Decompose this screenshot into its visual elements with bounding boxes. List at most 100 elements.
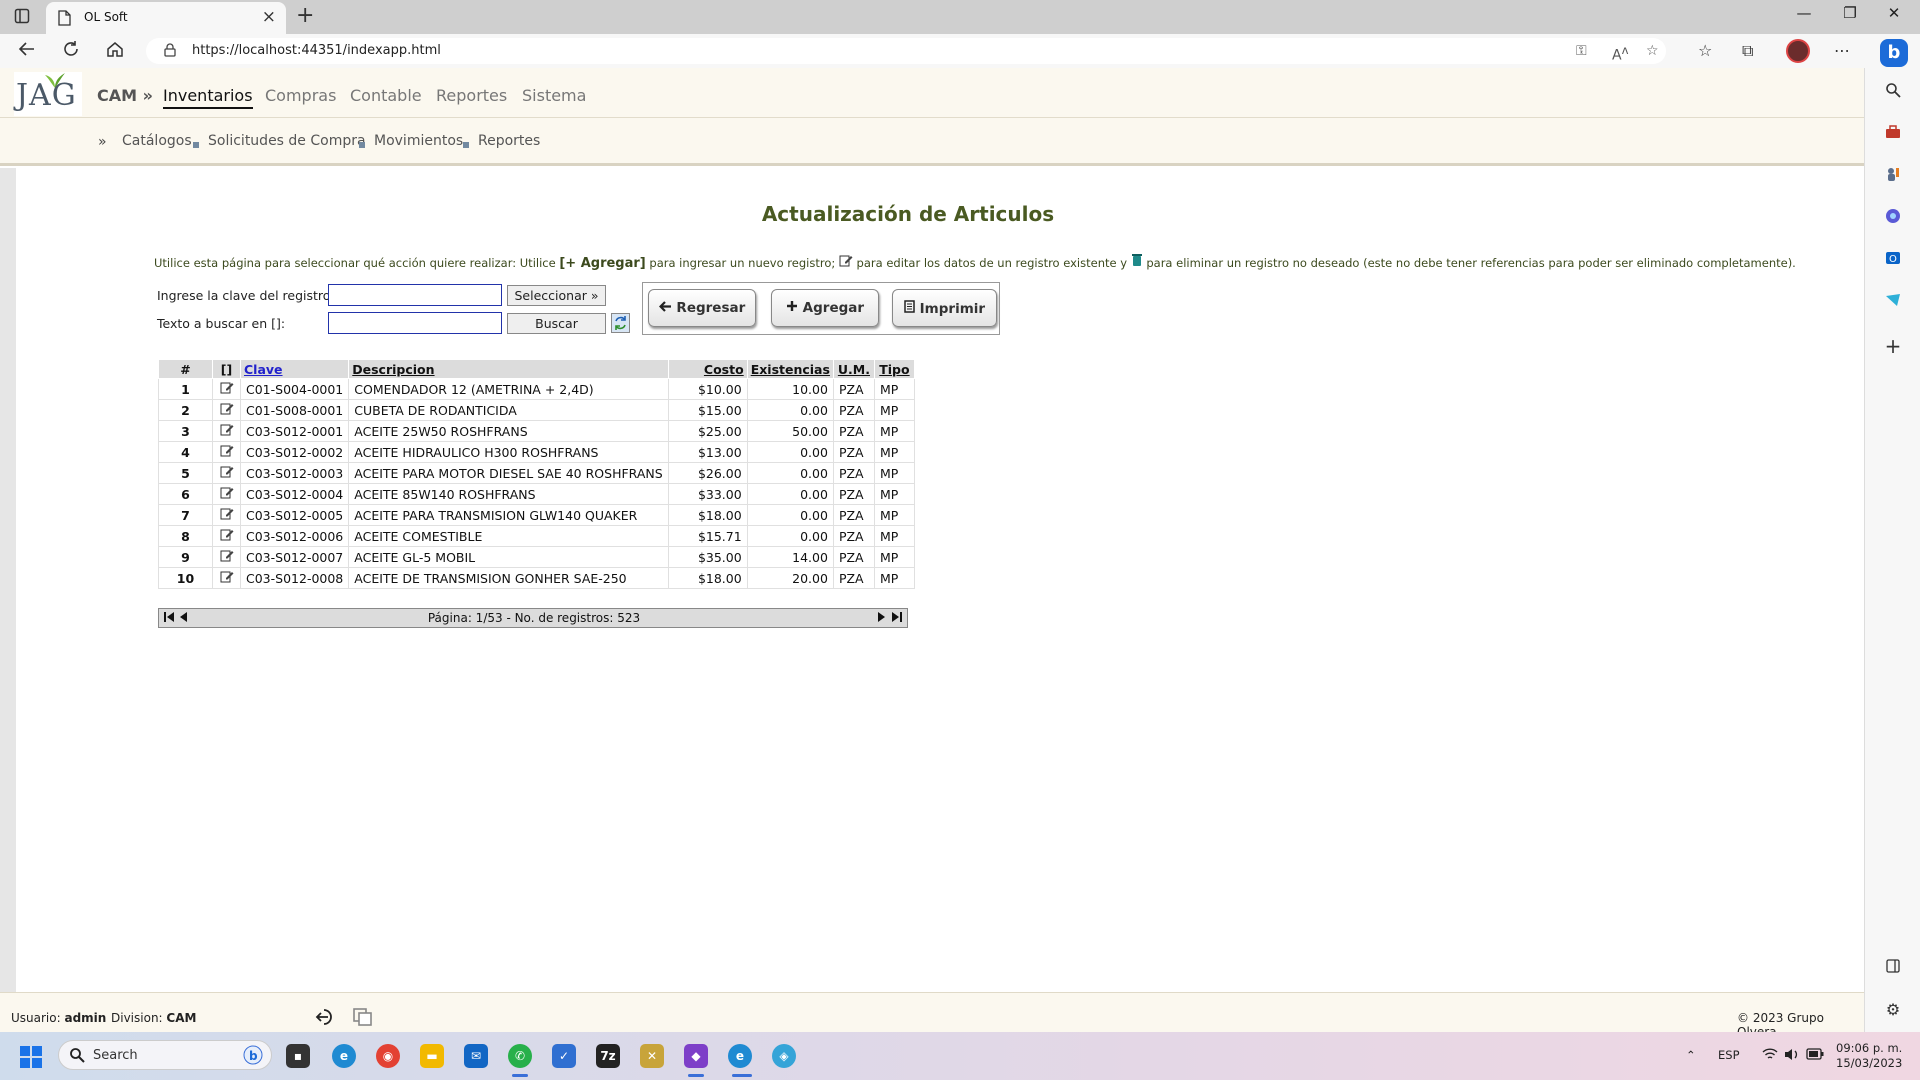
edit-row-icon[interactable]: [212, 525, 241, 547]
print-button[interactable]: Imprimir: [892, 289, 997, 327]
col-descripcion-sort[interactable]: Descripcion: [348, 359, 669, 379]
chrome-icon[interactable]: ◉: [376, 1044, 400, 1068]
next-page-icon[interactable]: [877, 610, 886, 628]
row-tipo: MP: [873, 546, 915, 568]
col-clave-sort[interactable]: Clave: [239, 359, 350, 379]
visual-studio-icon[interactable]: ◆: [684, 1044, 708, 1068]
favorite-add-icon[interactable]: ☆: [1646, 43, 1659, 59]
tools-icon[interactable]: ✕: [640, 1044, 664, 1068]
windows-start-icon[interactable]: [20, 1046, 42, 1072]
address-bar[interactable]: https://localhost:44351/indexapp.html ⚿ …: [146, 38, 1666, 64]
clave-input[interactable]: [328, 284, 502, 306]
add-button[interactable]: Agregar: [771, 289, 879, 327]
volume-icon[interactable]: [1784, 1048, 1800, 1064]
url-text[interactable]: https://localhost:44351/indexapp.html: [192, 43, 441, 58]
company-brand[interactable]: CAM »: [97, 86, 153, 105]
nav-sistema[interactable]: Sistema: [522, 86, 586, 105]
clave-label: Ingrese la clave del registro:: [157, 288, 335, 303]
edit-row-icon[interactable]: [212, 546, 241, 568]
col-costo-sort[interactable]: Costo: [667, 359, 748, 379]
table-row[interactable]: 1 C01-S004-0001 COMENDADOR 12 (AMETRINA + …: [158, 378, 915, 400]
buscar-button[interactable]: Buscar: [507, 313, 606, 334]
table-row[interactable]: 8 C03-S012-0006 ACEITE COMESTIBLE $15.71 0.0…: [158, 525, 915, 547]
battery-icon[interactable]: [1806, 1048, 1824, 1063]
collections-icon[interactable]: ⧉: [1742, 41, 1753, 61]
restore-icon[interactable]: ❐: [1828, 4, 1872, 22]
regresar-button[interactable]: Regresar: [648, 289, 756, 327]
7zip-icon[interactable]: 7z: [596, 1044, 620, 1068]
edit-row-icon[interactable]: [212, 378, 241, 400]
edit-row-icon[interactable]: [212, 504, 241, 526]
favorites-icon[interactable]: ☆: [1698, 41, 1712, 60]
subnav-catalogos[interactable]: Catálogos: [122, 133, 192, 149]
seleccionar-button[interactable]: Seleccionar »: [507, 285, 606, 306]
drop-icon[interactable]: [1883, 292, 1903, 312]
key-icon[interactable]: ⚿: [1576, 43, 1587, 59]
table-row[interactable]: 10 C03-S012-0008 ACEITE DE TRANSMISION GON…: [158, 567, 915, 589]
sidebar-toggle-icon[interactable]: [1883, 958, 1903, 978]
taskbar-search[interactable]: Search b: [58, 1040, 272, 1070]
lock-icon[interactable]: [164, 43, 176, 61]
edit-row-icon[interactable]: [212, 462, 241, 484]
logout-icon[interactable]: [315, 1007, 337, 1031]
todo-icon[interactable]: ✓: [552, 1044, 576, 1068]
reset-search-icon[interactable]: [611, 313, 630, 333]
bing-copilot-icon[interactable]: b: [1880, 39, 1908, 67]
window-close-icon[interactable]: ✕: [1872, 4, 1916, 22]
search-icon[interactable]: [1883, 82, 1903, 102]
edit-row-icon[interactable]: [212, 441, 241, 463]
edge-taskbar-icon[interactable]: e: [332, 1044, 356, 1068]
home-icon[interactable]: [106, 40, 124, 63]
table-row[interactable]: 3 C03-S012-0001 ACEITE 25W50 ROSHFRANS $25.…: [158, 420, 915, 442]
col-tipo-sort[interactable]: Tipo: [873, 359, 915, 379]
nav-inventarios[interactable]: Inventarios: [163, 86, 253, 109]
outlook-icon[interactable]: O: [1883, 250, 1903, 270]
col-um-sort[interactable]: U.M.: [832, 359, 875, 379]
edit-row-icon[interactable]: [212, 420, 241, 442]
whatsapp-icon[interactable]: ✆: [508, 1044, 532, 1068]
search-input[interactable]: [328, 312, 502, 334]
new-tab-icon[interactable]: +: [296, 3, 314, 28]
col-existencias-sort[interactable]: Existencias: [746, 359, 834, 379]
wifi-icon[interactable]: [1762, 1048, 1778, 1064]
task-view-icon[interactable]: ▪: [286, 1044, 310, 1068]
edit-row-icon[interactable]: [212, 399, 241, 421]
app-icon[interactable]: ◈: [772, 1044, 796, 1068]
edge-active-icon[interactable]: e: [728, 1044, 752, 1068]
settings-gear-icon[interactable]: ⚙: [1883, 1000, 1903, 1020]
subnav-movimientos[interactable]: Movimientos: [374, 133, 463, 149]
subnav-reportes[interactable]: Reportes: [478, 133, 540, 149]
last-page-icon[interactable]: [891, 610, 903, 628]
nav-contable[interactable]: Contable: [350, 86, 422, 105]
subnav-solicitudes[interactable]: Solicitudes de Compra: [208, 133, 366, 149]
avatar[interactable]: [1786, 39, 1810, 63]
mail-icon[interactable]: ✉: [464, 1044, 488, 1068]
table-row[interactable]: 7 C03-S012-0005 ACEITE PARA TRANSMISION GL…: [158, 504, 915, 526]
tab-actions-icon[interactable]: [14, 8, 32, 26]
clock[interactable]: 09:06 p. m. 15/03/2023: [1836, 1041, 1902, 1071]
windows-copy-icon[interactable]: [352, 1007, 374, 1031]
nav-reportes[interactable]: Reportes: [436, 86, 507, 105]
table-row[interactable]: 6 C03-S012-0004 ACEITE 85W140 ROSHFRANS $33…: [158, 483, 915, 505]
games-icon[interactable]: [1883, 166, 1903, 186]
toolbox-icon[interactable]: [1883, 124, 1903, 144]
minimize-icon[interactable]: —: [1782, 4, 1826, 22]
refresh-icon[interactable]: [62, 40, 80, 63]
table-row[interactable]: 4 C03-S012-0002 ACEITE HIDRAULICO H300 ROS…: [158, 441, 915, 463]
file-explorer-icon[interactable]: ▬: [420, 1044, 444, 1068]
add-icon[interactable]: +: [1883, 336, 1903, 356]
edit-row-icon[interactable]: [212, 567, 241, 589]
tray-chevron-icon[interactable]: ⌃: [1686, 1048, 1696, 1062]
language-indicator[interactable]: ESP: [1718, 1048, 1740, 1062]
read-aloud-icon[interactable]: Aʌ: [1612, 43, 1628, 64]
back-icon[interactable]: [18, 40, 36, 63]
table-row[interactable]: 2 C01-S008-0001 CUBETA DE RODANTICIDA $15.0…: [158, 399, 915, 421]
table-row[interactable]: 5 C03-S012-0003 ACEITE PARA MOTOR DIESEL S…: [158, 462, 915, 484]
close-icon[interactable]: ×: [262, 7, 276, 27]
more-icon[interactable]: ⋯: [1834, 41, 1850, 60]
edit-row-icon[interactable]: [212, 483, 241, 505]
table-row[interactable]: 9 C03-S012-0007 ACEITE GL-5 MOBIL $35.00 14.…: [158, 546, 915, 568]
browser-tab[interactable]: OL Soft ×: [46, 2, 286, 34]
office-icon[interactable]: [1883, 208, 1903, 228]
nav-compras[interactable]: Compras: [265, 86, 336, 105]
